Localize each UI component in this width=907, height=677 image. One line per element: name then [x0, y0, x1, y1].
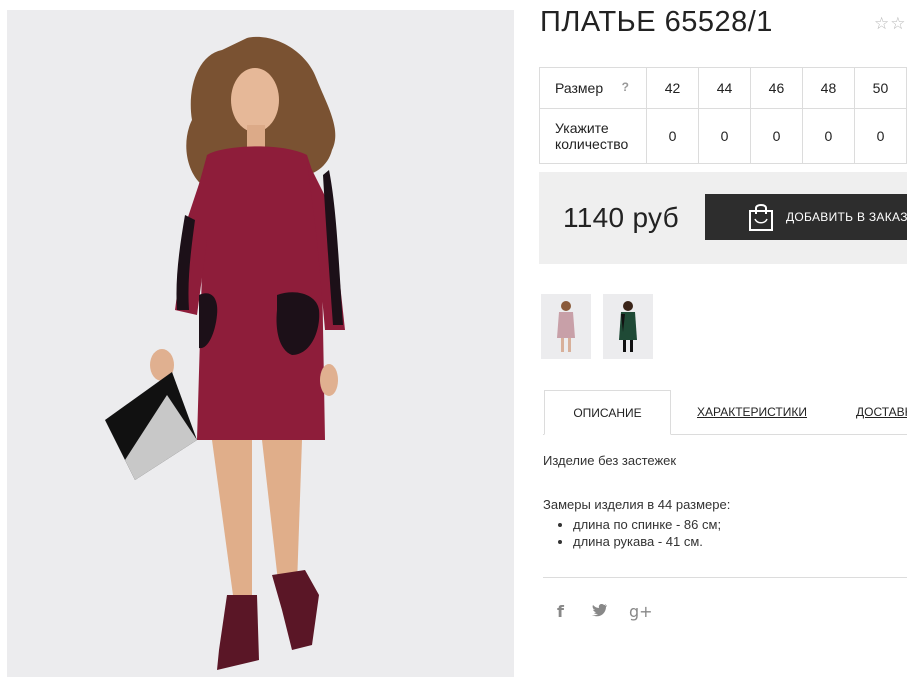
star-empty-icon[interactable]: ☆ — [874, 14, 889, 33]
google-plus-icon[interactable]: g+ — [629, 602, 653, 621]
product-tabs: ОПИСАНИЕ ХАРАКТЕРИСТИКИ ДОСТАВКА — [543, 390, 907, 435]
quantity-label: Укажите количество — [539, 108, 647, 164]
thumbnail-green-dress[interactable] — [603, 294, 653, 359]
tab-characteristics[interactable]: ХАРАКТЕРИСТИКИ — [697, 390, 807, 434]
quantity-input-50[interactable]: 0 — [853, 108, 907, 164]
measures-title: Замеры изделия в 44 размере: — [543, 497, 731, 512]
add-to-order-label: ДОБАВИТЬ В ЗАКАЗ — [786, 210, 907, 224]
description-text: Изделие без застежек — [543, 453, 677, 468]
quantity-input-48[interactable]: 0 — [801, 108, 855, 164]
quantity-row: Укажите количество 0 0 0 0 0 — [539, 108, 907, 164]
quantity-input-42[interactable]: 0 — [646, 108, 699, 164]
size-42: 42 — [646, 67, 699, 109]
size-46: 46 — [749, 67, 803, 109]
size-50: 50 — [853, 67, 907, 109]
quantity-input-46[interactable]: 0 — [749, 108, 803, 164]
twitter-icon[interactable] — [592, 602, 608, 621]
size-44: 44 — [697, 67, 751, 109]
size-row: Размер ? 42 44 46 48 50 — [539, 67, 907, 109]
shopping-bag-icon — [747, 202, 775, 235]
product-title: ПЛАТЬЕ 65528/1 — [540, 6, 773, 38]
tab-delivery[interactable]: ДОСТАВКА — [856, 390, 907, 434]
add-to-order-button[interactable]: ДОБАВИТЬ В ЗАКАЗ — [705, 194, 907, 240]
star-empty-icon[interactable]: ☆ — [890, 14, 905, 33]
facebook-icon[interactable]: f — [557, 602, 564, 621]
tab-description[interactable]: ОПИСАНИЕ — [544, 390, 671, 435]
list-item: длина по спинке - 86 см; — [573, 516, 721, 533]
size-label: Размер — [555, 80, 604, 96]
size-table: Размер ? 42 44 46 48 50 Укажите количест… — [539, 67, 907, 164]
rating-stars[interactable]: ☆☆ — [874, 14, 907, 34]
product-photo-illustration — [7, 10, 514, 677]
measures-list: длина по спинке - 86 см; длина рукава - … — [560, 516, 721, 550]
thumbnail-burgundy-dress[interactable] — [541, 294, 591, 359]
size-48: 48 — [801, 67, 855, 109]
divider — [543, 577, 907, 578]
price-box: 1140 руб ДОБАВИТЬ В ЗАКАЗ — [539, 172, 907, 264]
size-help-icon[interactable]: ? — [622, 80, 629, 94]
list-item: длина рукава - 41 см. — [573, 533, 721, 550]
product-photo — [7, 10, 514, 677]
quantity-input-44[interactable]: 0 — [697, 108, 751, 164]
size-label-cell: Размер ? — [539, 67, 647, 109]
price: 1140 руб — [563, 202, 679, 233]
